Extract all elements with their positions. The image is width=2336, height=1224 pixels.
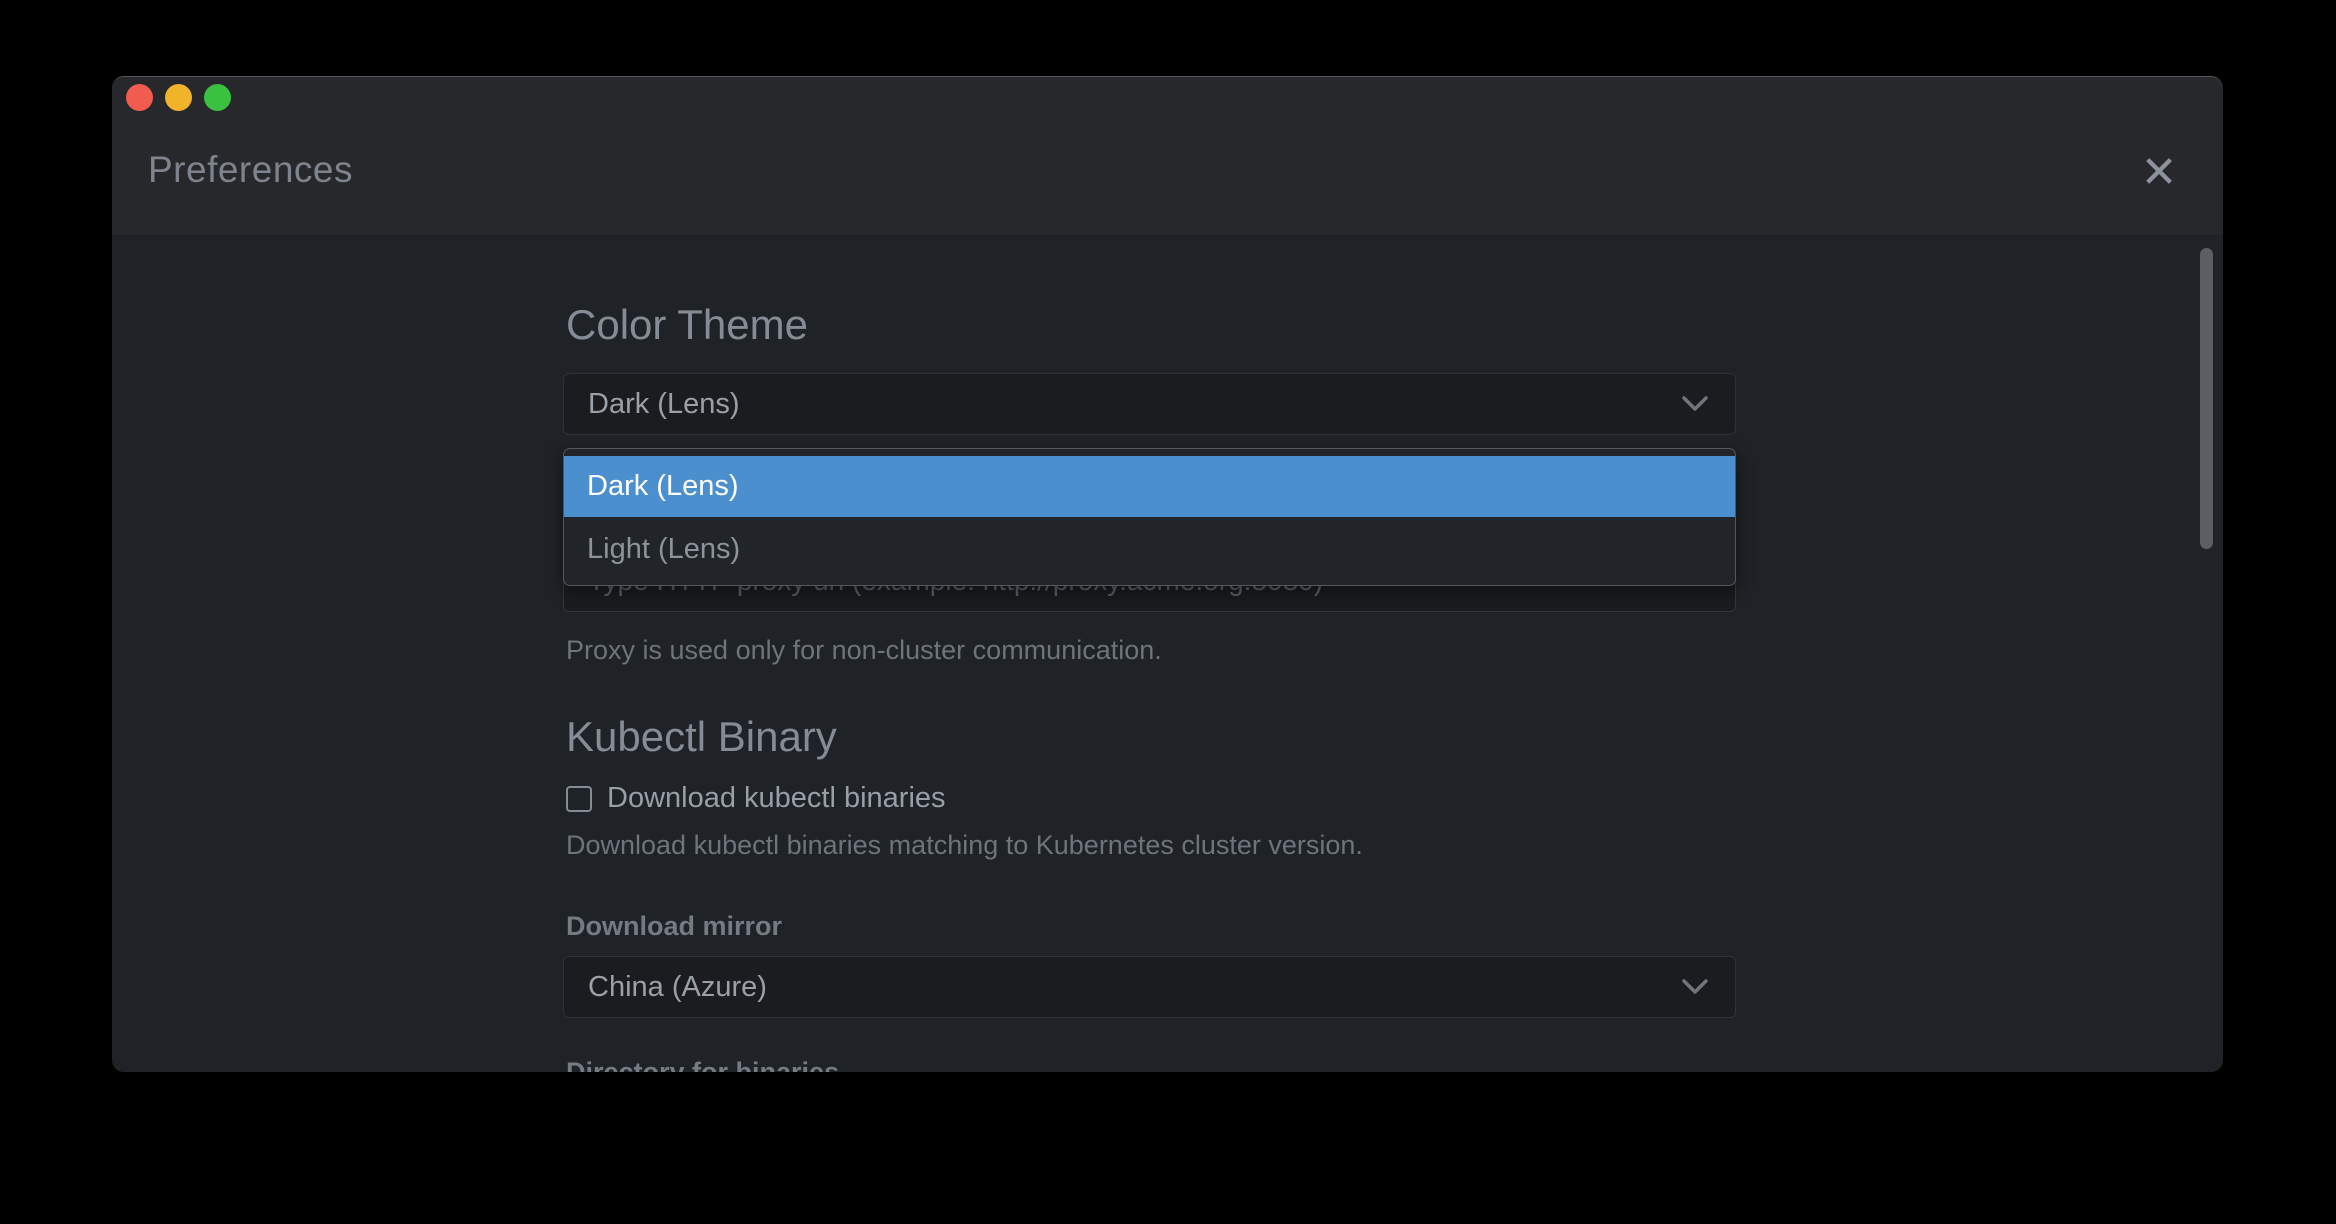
download-mirror-label: Download mirror xyxy=(566,911,782,942)
traffic-light-zoom-icon[interactable] xyxy=(204,84,231,111)
kubectl-binary-heading: Kubectl Binary xyxy=(566,713,837,761)
download-kubectl-checkbox-row[interactable]: Download kubectl binaries xyxy=(566,782,946,815)
download-kubectl-hint: Download kubectl binaries matching to Ku… xyxy=(566,830,1363,861)
color-theme-dropdown: Dark (Lens) Light (Lens) xyxy=(563,448,1736,586)
checkbox-unchecked-icon[interactable] xyxy=(566,786,592,812)
proxy-hint: Proxy is used only for non-cluster commu… xyxy=(566,635,1162,666)
download-mirror-select[interactable]: China (Azure) xyxy=(563,956,1736,1018)
color-theme-select-value: Dark (Lens) xyxy=(588,388,1681,421)
page-title: Preferences xyxy=(148,149,353,191)
chevron-down-icon xyxy=(1681,978,1709,996)
vertical-scrollbar-thumb[interactable] xyxy=(2200,248,2213,549)
close-icon[interactable]: ✕ xyxy=(2130,143,2188,201)
dropdown-option-light[interactable]: Light (Lens) xyxy=(564,517,1735,581)
preferences-window: Preferences ✕ Color Theme Dark (Lens) Da… xyxy=(112,76,2223,1072)
traffic-light-minimize-icon[interactable] xyxy=(165,84,192,111)
preferences-content xyxy=(112,235,2223,1072)
download-mirror-select-value: China (Azure) xyxy=(588,971,1681,1004)
color-theme-heading: Color Theme xyxy=(566,301,808,349)
directory-for-binaries-label: Directory for binaries xyxy=(566,1057,839,1072)
chevron-down-icon xyxy=(1681,395,1709,413)
dropdown-option-dark[interactable]: Dark (Lens) xyxy=(564,456,1735,517)
titlebar: Preferences ✕ xyxy=(112,77,2223,235)
color-theme-select[interactable]: Dark (Lens) xyxy=(563,373,1736,435)
download-kubectl-checkbox-label: Download kubectl binaries xyxy=(607,782,946,815)
traffic-light-close-icon[interactable] xyxy=(126,84,153,111)
